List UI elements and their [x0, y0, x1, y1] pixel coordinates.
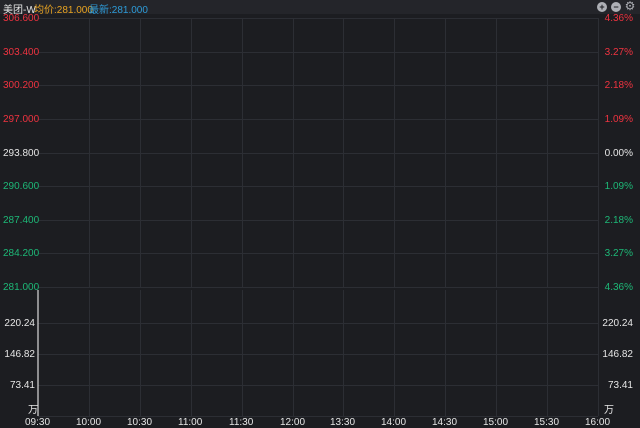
time-tick-label: 09:30 — [25, 417, 51, 428]
time-tick-label: 15:00 — [483, 417, 509, 428]
time-tick-label: 11:00 — [178, 417, 203, 428]
percent-tick-label: 2.18% — [604, 80, 633, 91]
percent-tick-label: 2.18% — [604, 215, 633, 226]
volume-tick-label: 73.41 — [607, 380, 633, 391]
price-tick-label: 303.400 — [3, 47, 40, 58]
grid-lines — [38, 18, 599, 417]
percent-tick-label: 1.09% — [604, 181, 633, 192]
volume-tick-label: 220.24 — [4, 318, 35, 329]
time-tick-label: 14:00 — [381, 417, 407, 428]
time-tick-label: 11:30 — [229, 417, 254, 428]
time-tick-label: 10:00 — [76, 417, 102, 428]
volume-tick-label: 220.24 — [602, 318, 633, 329]
percent-tick-label: 1.09% — [604, 114, 633, 125]
percent-tick-label: 4.36% — [604, 13, 633, 24]
time-tick-label: 10:30 — [127, 417, 153, 428]
percent-tick-label: 0.00% — [604, 148, 633, 159]
volume-unit-label: 万 — [28, 405, 38, 416]
time-tick-label: 15:30 — [534, 417, 560, 428]
price-tick-label: 297.000 — [3, 114, 40, 125]
price-tick-label: 306.600 — [3, 13, 40, 24]
price-tick-label: 284.200 — [3, 248, 40, 259]
price-tick-label: 287.400 — [3, 215, 40, 226]
time-tick-label: 12:00 — [280, 417, 306, 428]
price-tick-label: 293.800 — [3, 148, 40, 159]
percent-tick-label: 3.27% — [604, 248, 633, 259]
time-tick-label: 16:00 — [585, 417, 611, 428]
price-tick-label: 281.000 — [3, 282, 40, 293]
time-tick-label: 13:30 — [330, 417, 356, 428]
intraday-chart[interactable] — [0, 0, 640, 428]
volume-unit-label: 万 — [604, 405, 614, 416]
price-tick-label: 290.600 — [3, 181, 40, 192]
percent-tick-label: 4.36% — [604, 282, 633, 293]
volume-tick-label: 146.82 — [602, 349, 633, 360]
price-tick-label: 300.200 — [3, 80, 40, 91]
volume-tick-label: 73.41 — [9, 380, 35, 391]
time-tick-label: 14:30 — [432, 417, 458, 428]
percent-tick-label: 3.27% — [604, 47, 633, 58]
volume-tick-label: 146.82 — [4, 349, 35, 360]
